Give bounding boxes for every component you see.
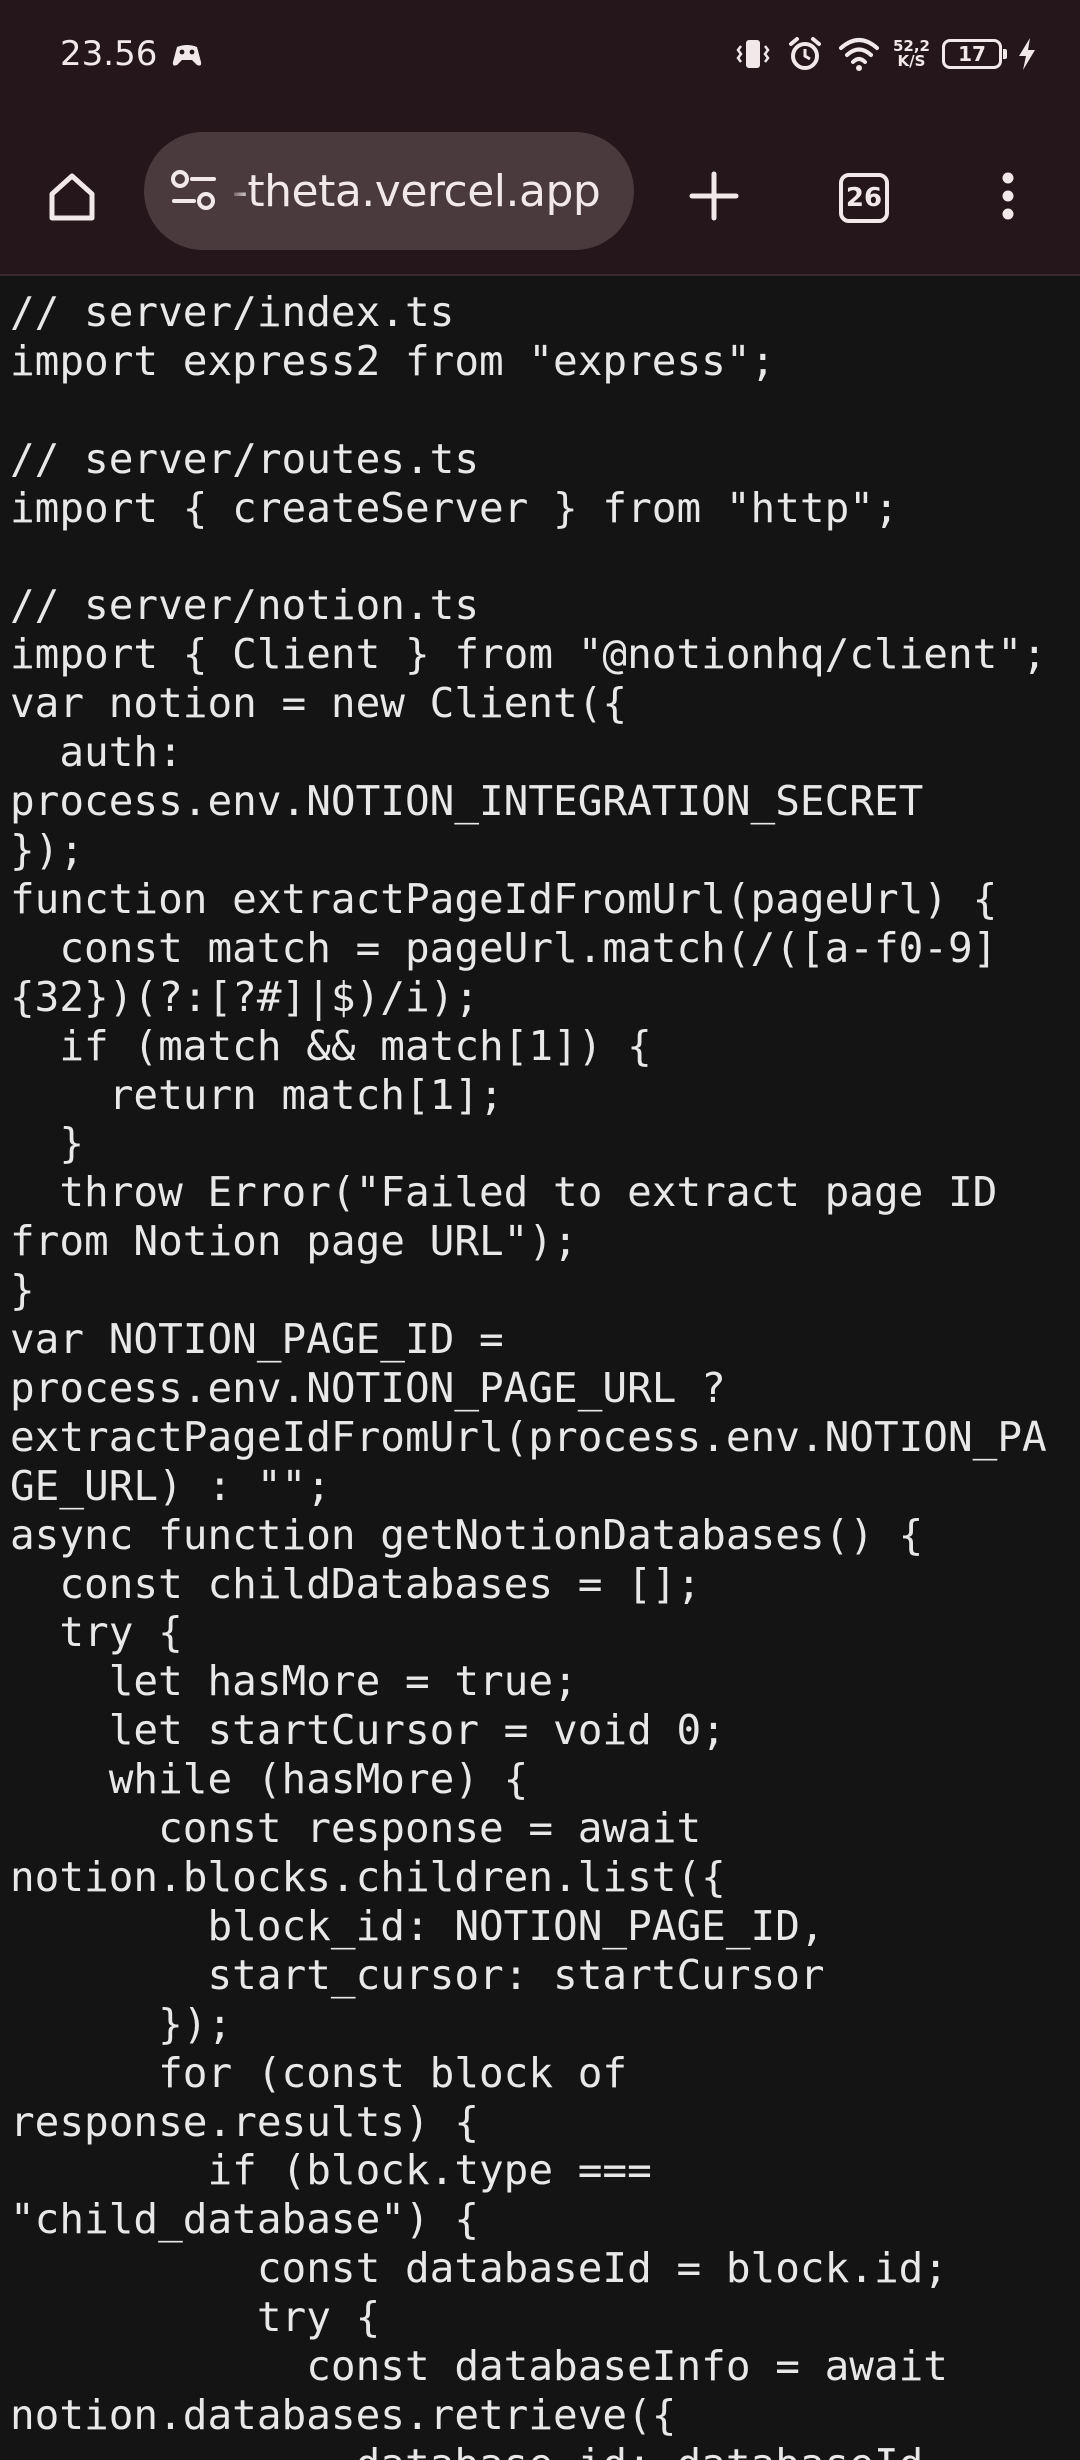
code-line: auth:: [10, 728, 183, 777]
code-line: // server/index.ts: [10, 288, 455, 336]
more-vert-icon: [998, 168, 1018, 228]
code-line: function extractPageIdFromUrl(pageUrl) {: [10, 874, 998, 923]
code-line: var notion = new Client({: [10, 679, 628, 728]
code-line: const response = await: [10, 1804, 702, 1853]
status-icons: 52,2 K/S 17: [733, 32, 1040, 76]
status-time: 23.56: [60, 34, 158, 74]
code-line: }: [10, 1119, 85, 1168]
vibrate-icon: [733, 34, 773, 74]
battery-icon: 17: [942, 39, 1007, 69]
code-line: const childDatabases = [];: [10, 1559, 702, 1608]
code-line: throw Error("Failed to extract page ID: [10, 1168, 998, 1217]
code-line: import { createServer } from "http";: [10, 483, 899, 532]
code-line: const databaseInfo = await: [10, 2342, 948, 2391]
code-line: for (const block of: [10, 2048, 628, 2097]
page-content[interactable]: // server/index.ts import express2 from …: [0, 276, 1080, 2460]
tab-count-badge: 26: [839, 173, 889, 223]
status-bar: 23.56 52,2 K/S 17: [0, 0, 1080, 112]
code-line: start_cursor: startCursor: [10, 1950, 825, 1999]
code-line: var NOTION_PAGE_ID =: [10, 1315, 504, 1364]
code-line: }: [10, 1266, 35, 1315]
code-line: import express2 from "express";: [10, 336, 776, 385]
tab-count: 26: [845, 183, 883, 213]
code-line: if (block.type ===: [10, 2146, 652, 2195]
url-text[interactable]: -theta.vercel.app: [227, 165, 601, 217]
home-button[interactable]: [32, 158, 112, 238]
code-line: const match = pageUrl.match(/([a-f0-9]: [10, 923, 998, 972]
code-line: GE_URL) : "";: [10, 1461, 331, 1510]
code-line: let startCursor = void 0;: [10, 1706, 726, 1755]
code-line: if (match && match[1]) {: [10, 1021, 652, 1070]
code-line: database_id: databaseId,: [10, 2440, 948, 2460]
alarm-icon: [785, 34, 825, 74]
wifi-icon: [837, 34, 881, 74]
code-line: import { Client } from "@notionhq/client…: [10, 630, 1047, 679]
code-line: process.env.NOTION_INTEGRATION_SECRET: [10, 777, 924, 826]
code-line: notion.databases.retrieve({: [10, 2390, 677, 2439]
network-speed: 52,2 K/S: [893, 39, 930, 69]
code-line: response.results) {: [10, 2097, 479, 2146]
code-line: notion.blocks.children.list({: [10, 1853, 726, 1901]
home-icon: [42, 166, 102, 230]
browser-toolbar: -theta.vercel.app 26: [0, 112, 1080, 276]
code-line: {32})(?:[?#]|$)/i);: [10, 972, 479, 1021]
code-line: while (hasMore) {: [10, 1755, 529, 1804]
code-line: // server/routes.ts: [10, 434, 479, 483]
code-line: try {: [10, 2293, 381, 2342]
site-settings-icon[interactable]: [164, 161, 224, 221]
new-tab-button[interactable]: [674, 158, 754, 238]
code-line: // server/notion.ts: [10, 581, 479, 630]
code-line: let hasMore = true;: [10, 1657, 578, 1706]
code-line: });: [10, 825, 85, 874]
charging-bolt-icon: [1014, 34, 1040, 74]
code-line: block_id: NOTION_PAGE_ID,: [10, 1901, 825, 1950]
code-line: process.env.NOTION_PAGE_URL ?: [10, 1363, 726, 1412]
code-line: from Notion page URL");: [10, 1217, 578, 1266]
battery-level: 17: [958, 42, 986, 66]
source-code-text: // server/index.ts import express2 from …: [0, 276, 1080, 2460]
tab-switcher-button[interactable]: 26: [824, 158, 904, 238]
overflow-menu-button[interactable]: [968, 158, 1048, 238]
code-line: "child_database") {: [10, 2195, 479, 2244]
code-line: async function getNotionDatabases() {: [10, 1510, 924, 1559]
address-bar[interactable]: -theta.vercel.app: [144, 132, 634, 250]
code-line: extractPageIdFromUrl(process.env.NOTION_…: [10, 1412, 1047, 1461]
game-controller-icon: [170, 38, 204, 72]
code-line: return match[1];: [10, 1070, 504, 1119]
code-line: });: [10, 1999, 233, 2048]
code-line: const databaseId = block.id;: [10, 2244, 948, 2293]
network-speed-unit: K/S: [897, 52, 926, 70]
code-line: try {: [10, 1608, 183, 1657]
plus-icon: [686, 168, 742, 228]
